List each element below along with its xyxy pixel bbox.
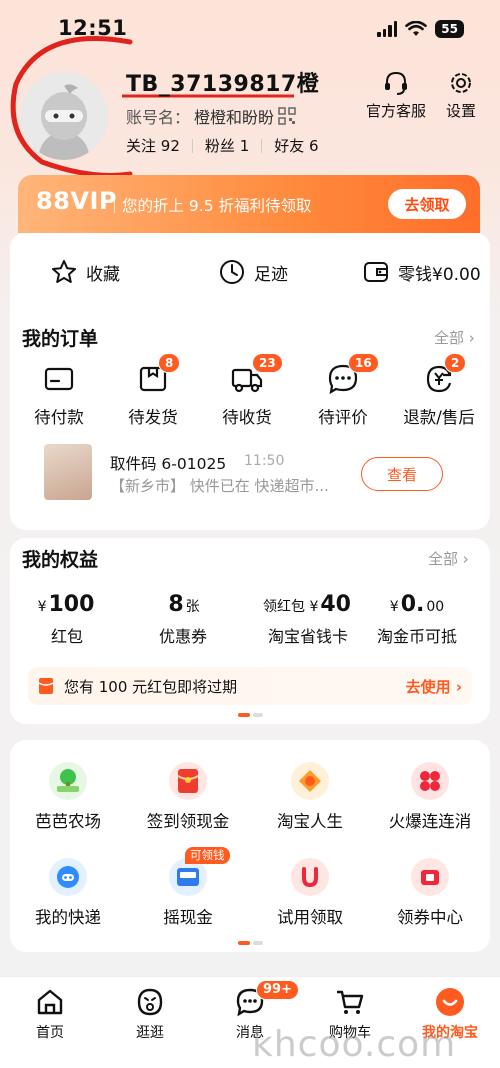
clover-game-icon xyxy=(420,771,440,791)
apps-page-indicator xyxy=(238,941,263,945)
rights-more-link[interactable]: 全部 › xyxy=(428,548,469,569)
status-icons: 55 xyxy=(377,20,464,38)
wallet-icon xyxy=(364,262,388,282)
footprints-link[interactable]: 足迹 xyxy=(218,258,288,286)
coupon-icon xyxy=(421,870,439,885)
headset-icon xyxy=(385,71,407,95)
app-my-express[interactable]: 我的快递 xyxy=(12,858,124,928)
app-shake-cash[interactable]: 可领钱 摇现金 xyxy=(132,847,244,928)
rights-coins[interactable]: ¥0. 00 淘金币可抵 xyxy=(362,592,472,647)
ninja-avatar-icon xyxy=(20,72,108,160)
wallet-link[interactable]: 零钱¥0.00 xyxy=(362,258,481,286)
app-coupon-center[interactable]: 领券中心 xyxy=(374,858,486,928)
app-baba-farm[interactable]: 芭芭农场 xyxy=(12,762,124,832)
app-tag-claim: 可领钱 xyxy=(185,847,230,864)
badge-pending-shipment: 8 xyxy=(158,353,181,373)
order-pending-review[interactable]: 16 待评价 xyxy=(296,353,390,428)
order-refund-aftersale[interactable]: 2 退款/售后 xyxy=(392,353,486,428)
orders-more-link[interactable]: 全部 › xyxy=(434,327,475,348)
orders-title: 我的订单 xyxy=(22,328,99,350)
trial-u-icon xyxy=(302,867,318,888)
battery-indicator: 55 xyxy=(435,20,464,38)
account-name: 橙橙和盼盼 xyxy=(194,108,275,127)
app-taobao-life[interactable]: 淘宝人生 xyxy=(254,762,366,832)
rights-redpacket[interactable]: ¥100 红包 xyxy=(12,592,122,647)
package-description: 【新乡市】 快件已在 快递超市... xyxy=(110,477,329,495)
cash-icon xyxy=(177,868,199,886)
express-robot-icon xyxy=(57,866,79,888)
package-pickup-code: 取件码 6-01025 xyxy=(110,455,227,473)
badge-pending-review: 16 xyxy=(348,353,379,373)
farm-tree-icon xyxy=(57,769,79,792)
messages-badge: 99+ xyxy=(256,980,299,1000)
tab-home[interactable]: 首页 xyxy=(0,986,100,1042)
friends-stat[interactable]: 好友 6 xyxy=(274,135,318,156)
app-checkin-cash[interactable]: 签到领现金 xyxy=(132,762,244,832)
vip-text: 您的折上 9.5 折福利待领取 xyxy=(122,197,312,215)
notice-use-button[interactable]: 去使用 › xyxy=(406,676,462,697)
rights-title: 我的权益 xyxy=(22,549,99,571)
avatar[interactable] xyxy=(20,72,108,160)
redpacket-icon xyxy=(38,678,54,694)
taobao-life-icon xyxy=(299,770,321,792)
watermark: khcoo.com xyxy=(252,1024,457,1065)
red-envelope-icon xyxy=(177,769,199,793)
badge-refund: 2 xyxy=(444,353,467,373)
wifi-icon xyxy=(405,21,428,36)
rights-savings-card[interactable]: 领红包 ¥40 淘宝省钱卡 xyxy=(248,592,368,647)
follow-stat[interactable]: 关注 92 xyxy=(126,135,180,156)
app-match-game[interactable]: 火爆连连消 xyxy=(374,762,486,832)
tab-browse[interactable]: 逛逛 xyxy=(100,986,200,1042)
profile-stats: 关注 92 粉丝 1 好友 6 xyxy=(126,135,319,156)
home-icon xyxy=(37,989,63,1015)
customer-service-label: 官方客服 xyxy=(366,102,427,120)
rights-coupons[interactable]: 8张 优惠券 xyxy=(128,592,238,647)
vip-claim-button[interactable]: 去领取 xyxy=(388,189,466,219)
app-trial[interactable]: 试用领取 xyxy=(254,858,366,928)
cellular-signal-icon xyxy=(377,21,398,37)
settings-button[interactable]: 设置 xyxy=(446,70,476,121)
face-icon xyxy=(137,988,163,1016)
rights-page-indicator xyxy=(238,713,263,717)
order-pending-shipment[interactable]: 8 待发货 xyxy=(106,353,200,428)
my-taobao-icon xyxy=(436,988,464,1016)
cart-icon xyxy=(337,990,364,1014)
clock-icon xyxy=(220,260,244,284)
redpacket-expiry-notice[interactable]: 您有 100 元红包即将过期 去使用 › xyxy=(28,667,472,705)
settings-label: 设置 xyxy=(446,102,477,120)
favorites-link[interactable]: 收藏 xyxy=(50,258,120,286)
fans-stat[interactable]: 粉丝 1 xyxy=(205,135,249,156)
badge-pending-receipt: 23 xyxy=(252,353,283,373)
order-pending-payment[interactable]: 待付款 xyxy=(12,362,106,428)
package-thumbnail[interactable] xyxy=(44,444,92,500)
package-time: 11:50 xyxy=(244,453,285,469)
account-label: 账号名： xyxy=(126,108,191,127)
username: TB_37139817橙 xyxy=(126,72,320,97)
order-pending-receipt[interactable]: 23 待收货 xyxy=(200,353,294,428)
status-time: 12:51 xyxy=(58,16,128,40)
package-view-button[interactable]: 查看 xyxy=(361,457,443,491)
customer-service-button[interactable]: 官方客服 xyxy=(366,70,426,121)
star-icon xyxy=(52,260,76,283)
card-icon xyxy=(44,367,74,391)
account-line: 账号名： 橙橙和盼盼 xyxy=(126,104,296,128)
gear-icon xyxy=(451,73,471,93)
vip-logo: 88VIP xyxy=(36,187,117,215)
qrcode-icon[interactable] xyxy=(278,107,296,125)
